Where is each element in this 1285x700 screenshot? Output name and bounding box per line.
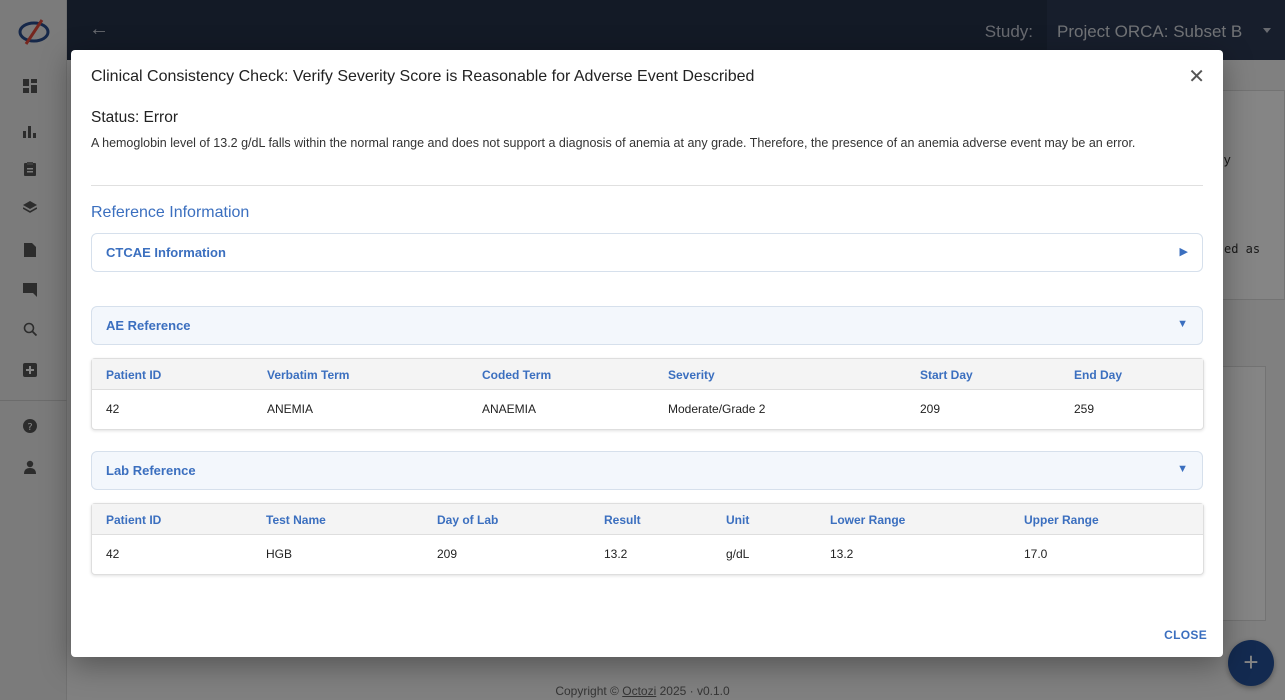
triangle-down-icon: ▼	[1177, 318, 1188, 330]
table-cell: 13.2	[830, 547, 854, 561]
table-cell: 42	[106, 402, 120, 416]
column-header[interactable]: Result	[604, 513, 641, 527]
table-cell: 209	[437, 547, 458, 561]
column-header[interactable]: Lower Range	[830, 513, 905, 527]
column-header[interactable]: Upper Range	[1024, 513, 1099, 527]
table-cell: g/dL	[726, 547, 750, 561]
reference-information-heading: Reference Information	[91, 204, 250, 221]
ae-reference-table: Patient ID Verbatim Term Coded Term Seve…	[91, 358, 1204, 430]
divider	[91, 185, 1203, 186]
column-header[interactable]: Day of Lab	[437, 513, 498, 527]
lab-reference-label: Lab Reference	[106, 463, 196, 478]
table-cell: 13.2	[604, 547, 628, 561]
column-header[interactable]: End Day	[1074, 368, 1122, 382]
lab-reference-table: Patient ID Test Name Day of Lab Result U…	[91, 503, 1204, 575]
table-row[interactable]: 42 HGB 209 13.2 g/dL 13.2 17.0	[92, 535, 1203, 574]
status-description: A hemoglobin level of 13.2 g/dL falls wi…	[91, 136, 1136, 150]
table-cell: ANEMIA	[267, 402, 314, 416]
table-cell: 259	[1074, 402, 1095, 416]
column-header[interactable]: Severity	[668, 368, 715, 382]
consistency-check-dialog: Clinical Consistency Check: Verify Sever…	[71, 50, 1223, 657]
column-header[interactable]: Patient ID	[106, 513, 161, 527]
dialog-title: Clinical Consistency Check: Verify Sever…	[91, 68, 755, 85]
column-header[interactable]: Unit	[726, 513, 749, 527]
ctcae-accordion[interactable]: CTCAE Information ▶	[91, 233, 1203, 272]
table-cell: 42	[106, 547, 120, 561]
ae-reference-label: AE Reference	[106, 318, 191, 333]
column-header[interactable]: Coded Term	[482, 368, 551, 382]
ctcae-accordion-label: CTCAE Information	[106, 245, 226, 260]
triangle-right-icon: ▶	[1179, 246, 1188, 258]
column-header[interactable]: Start Day	[920, 368, 973, 382]
table-cell: 209	[920, 402, 941, 416]
status-heading: Status: Error	[91, 109, 178, 126]
table-cell: HGB	[266, 547, 293, 561]
lab-reference-accordion[interactable]: Lab Reference ▼	[91, 451, 1203, 490]
ae-reference-accordion[interactable]: AE Reference ▼	[91, 306, 1203, 345]
table-header: Patient ID Test Name Day of Lab Result U…	[92, 504, 1203, 535]
table-header: Patient ID Verbatim Term Coded Term Seve…	[92, 359, 1203, 390]
column-header[interactable]: Verbatim Term	[267, 368, 349, 382]
close-icon[interactable]: ✕	[1188, 64, 1205, 89]
table-row[interactable]: 42 ANEMIA ANAEMIA Moderate/Grade 2 209 2…	[92, 390, 1203, 429]
column-header[interactable]: Patient ID	[106, 368, 161, 382]
table-cell: Moderate/Grade 2	[668, 402, 766, 416]
triangle-down-icon: ▼	[1177, 463, 1188, 475]
table-cell: 17.0	[1024, 547, 1048, 561]
table-cell: ANAEMIA	[482, 402, 537, 416]
close-button[interactable]: CLOSE	[1164, 628, 1207, 642]
column-header[interactable]: Test Name	[266, 513, 326, 527]
